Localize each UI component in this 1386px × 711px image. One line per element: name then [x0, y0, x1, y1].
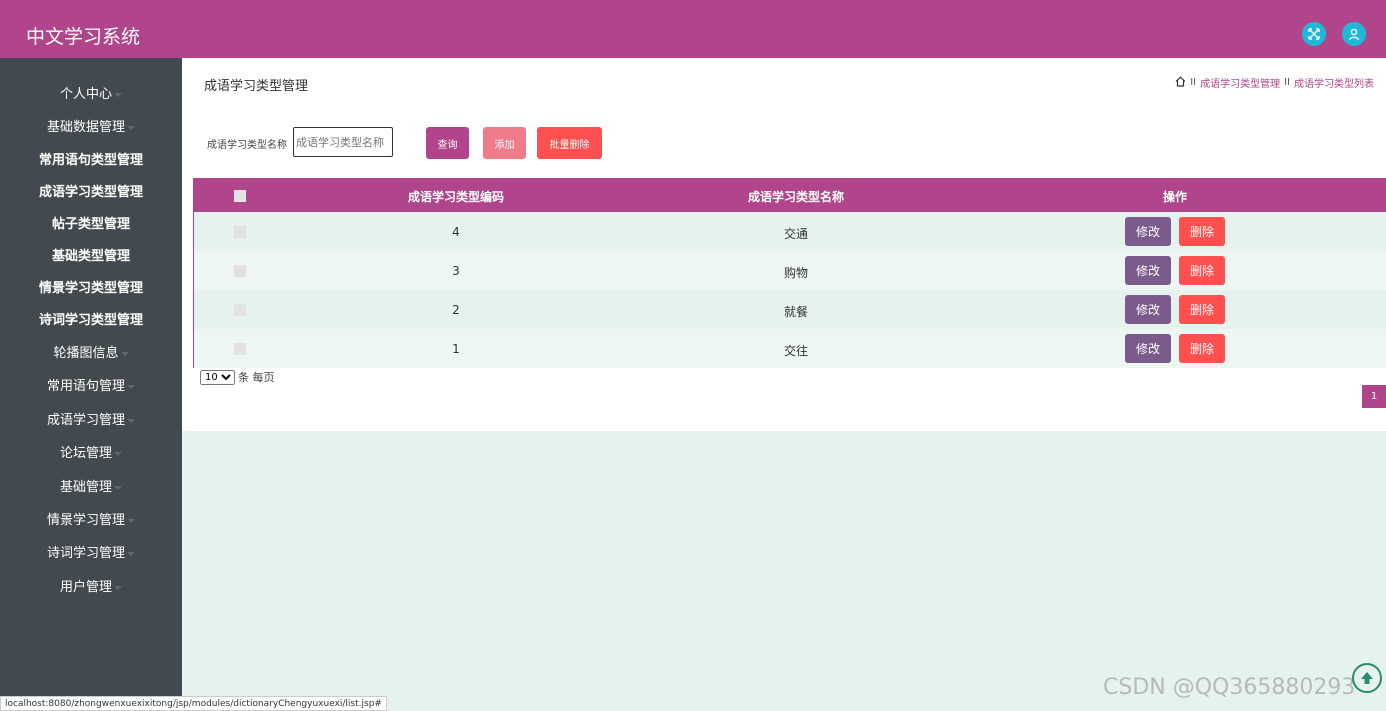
sidebar-item-personal-center[interactable]: 个人中心	[0, 83, 182, 102]
breadcrumb-item[interactable]: 成语学习类型列表	[1294, 75, 1374, 90]
app-title: 中文学习系统	[26, 26, 141, 48]
fullscreen-icon[interactable]	[1302, 22, 1326, 46]
cell-code: 4	[452, 225, 460, 239]
page-title: 成语学习类型管理	[204, 79, 309, 94]
table-row: 4 交通 修改 删除	[194, 212, 1386, 251]
delete-button[interactable]: 删除	[1179, 217, 1225, 246]
sidebar-item-scenario[interactable]: 情景学习管理	[0, 509, 182, 528]
chevron-down-icon	[127, 125, 135, 130]
batch-delete-button[interactable]: 批量删除	[537, 127, 602, 159]
delete-button[interactable]: 删除	[1179, 334, 1225, 363]
sidebar-item-phrase[interactable]: 常用语句管理	[0, 375, 182, 394]
per-page-control: 10 条 每页	[200, 369, 275, 385]
breadcrumb-separator: II	[1190, 77, 1197, 88]
chevron-down-icon	[114, 585, 122, 590]
home-icon[interactable]	[1175, 75, 1186, 90]
chevron-down-icon	[127, 384, 135, 389]
column-header-code: 成语学习类型编码	[407, 190, 504, 204]
sidebar-item-basic-type[interactable]: 基础类型管理	[0, 245, 182, 264]
search-label: 成语学习类型名称	[207, 140, 287, 151]
cell-name: 就餐	[783, 305, 808, 319]
breadcrumb-separator: II	[1284, 77, 1290, 88]
scroll-to-top-icon[interactable]	[1352, 663, 1382, 693]
cell-code: 3	[452, 264, 460, 278]
edit-button[interactable]: 修改	[1125, 334, 1171, 363]
chevron-down-icon	[120, 351, 129, 356]
content-panel: 成语学习类型管理 II 成语学习类型管理 II 成语学习类型列表 成语学习类型名…	[182, 58, 1386, 431]
table-row: 2 就餐 修改 删除	[194, 290, 1386, 329]
chevron-down-icon	[114, 92, 122, 97]
sidebar-item-poetry[interactable]: 诗词学习管理	[0, 542, 182, 561]
breadcrumb: II 成语学习类型管理 II 成语学习类型列表	[1175, 75, 1374, 90]
table-row: 3 购物 修改 删除	[194, 251, 1386, 290]
delete-button[interactable]: 删除	[1179, 295, 1225, 324]
sidebar-item-poetry-type[interactable]: 诗词学习类型管理	[0, 309, 182, 328]
column-header-name: 成语学习类型名称	[747, 190, 844, 204]
chevron-down-icon	[114, 451, 122, 456]
edit-button[interactable]: 修改	[1125, 295, 1171, 324]
sidebar-item-idiom[interactable]: 成语学习管理	[0, 409, 182, 428]
column-header-actions: 操作	[1162, 190, 1187, 204]
user-icon[interactable]	[1342, 22, 1366, 46]
sidebar-item-idiom-type[interactable]: 成语学习类型管理	[0, 181, 182, 200]
cell-code: 2	[452, 303, 460, 317]
cell-name: 交通	[783, 227, 808, 241]
per-page-select[interactable]: 10	[200, 369, 235, 385]
breadcrumb-item[interactable]: 成语学习类型管理	[1200, 75, 1280, 90]
watermark: CSDN @QQ3658802­93	[1103, 675, 1356, 700]
chevron-down-icon	[127, 518, 135, 523]
edit-button[interactable]: 修改	[1125, 217, 1171, 246]
table-header: 成语学习类型编码 成语学习类型名称 操作	[194, 179, 1386, 212]
query-button[interactable]: 查询	[426, 127, 469, 159]
sidebar-item-basic[interactable]: 基础管理	[0, 476, 182, 495]
top-header: 中文学习系统	[0, 0, 1386, 58]
cell-code: 1	[452, 342, 460, 356]
sidebar-item-phrase-type[interactable]: 常用语句类型管理	[0, 149, 182, 168]
table-row: 1 交往 修改 删除	[194, 329, 1386, 368]
select-all-checkbox[interactable]	[234, 190, 246, 202]
sidebar-item-basic-data[interactable]: 基础数据管理	[0, 116, 182, 135]
data-table: 成语学习类型编码 成语学习类型名称 操作 4 交通 修改 删除 3 购物 修改 …	[193, 178, 1386, 368]
chevron-down-icon	[114, 485, 122, 490]
row-checkbox[interactable]	[234, 304, 246, 316]
chevron-down-icon	[127, 418, 135, 423]
chevron-down-icon	[127, 551, 135, 556]
delete-button[interactable]: 删除	[1179, 256, 1225, 285]
row-checkbox[interactable]	[234, 265, 246, 277]
sidebar: 个人中心 基础数据管理 常用语句类型管理 成语学习类型管理 帖子类型管理 基础类…	[0, 58, 182, 711]
status-url-bar: localhost:8080/zhongwenxuexixitong/jsp/m…	[0, 696, 387, 711]
edit-button[interactable]: 修改	[1125, 256, 1171, 285]
sidebar-item-users[interactable]: 用户管理	[0, 576, 182, 595]
row-checkbox[interactable]	[234, 226, 246, 238]
row-checkbox[interactable]	[234, 343, 246, 355]
sidebar-item-scenario-type[interactable]: 情景学习类型管理	[0, 277, 182, 296]
cell-name: 交往	[783, 344, 808, 358]
per-page-label: 条 每页	[238, 371, 275, 384]
sidebar-item-carousel[interactable]: 轮播图信息	[0, 342, 182, 361]
search-input[interactable]	[293, 127, 393, 157]
sidebar-item-post-type[interactable]: 帖子类型管理	[0, 213, 182, 232]
add-button[interactable]: 添加	[483, 127, 526, 159]
cell-name: 购物	[783, 266, 808, 280]
page-button-current[interactable]: 1	[1362, 385, 1386, 408]
sidebar-item-forum[interactable]: 论坛管理	[0, 442, 182, 461]
